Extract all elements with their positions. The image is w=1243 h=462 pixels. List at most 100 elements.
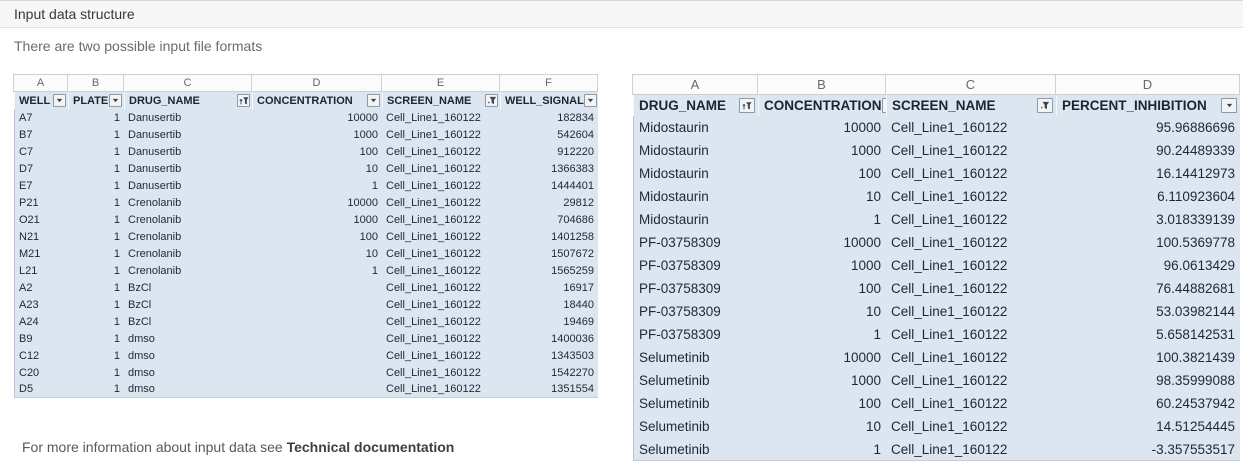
cell[interactable]: BzCl: [124, 296, 252, 313]
cell[interactable]: Cell_Line1_160122: [382, 330, 500, 347]
cell[interactable]: 704686: [500, 211, 598, 228]
cell[interactable]: Cell_Line1_160122: [382, 228, 500, 245]
cell[interactable]: 1: [68, 143, 124, 160]
cell[interactable]: 1343503: [500, 347, 598, 364]
cell[interactable]: 1: [252, 177, 382, 194]
cell[interactable]: 1366383: [500, 160, 598, 177]
cell[interactable]: Cell_Line1_160122: [886, 277, 1056, 300]
dropdown-icon[interactable]: [584, 94, 597, 107]
filter-sort-icon[interactable]: [739, 98, 755, 113]
column-letter[interactable]: B: [757, 74, 886, 95]
dropdown-icon[interactable]: [1221, 98, 1237, 113]
cell[interactable]: 1565259: [500, 262, 598, 279]
column-letter[interactable]: A: [13, 74, 68, 92]
cell[interactable]: Crenolanib: [124, 228, 252, 245]
cell[interactable]: 1: [252, 262, 382, 279]
cell[interactable]: Cell_Line1_160122: [886, 346, 1056, 369]
cell[interactable]: D5: [14, 381, 68, 398]
cell[interactable]: 1: [758, 323, 886, 346]
cell[interactable]: 76.44882681: [1056, 277, 1240, 300]
cell[interactable]: 1351554: [500, 381, 598, 398]
cell[interactable]: 1: [68, 160, 124, 177]
cell[interactable]: Cell_Line1_160122: [886, 139, 1056, 162]
cell[interactable]: Cell_Line1_160122: [382, 347, 500, 364]
cell[interactable]: 16917: [500, 279, 598, 296]
cell[interactable]: 100.5369778: [1056, 231, 1240, 254]
cell[interactable]: Danusertib: [124, 143, 252, 160]
cell[interactable]: [252, 296, 382, 313]
dropdown-icon[interactable]: [367, 94, 380, 107]
cell[interactable]: BzCl: [124, 313, 252, 330]
cell[interactable]: 16.14412973: [1056, 162, 1240, 185]
cell[interactable]: 6.110923604: [1056, 185, 1240, 208]
cell[interactable]: 3.018339139: [1056, 208, 1240, 231]
cell[interactable]: 1: [68, 228, 124, 245]
cell[interactable]: Crenolanib: [124, 245, 252, 262]
cell[interactable]: 542604: [500, 126, 598, 143]
cell[interactable]: 1: [68, 194, 124, 211]
cell[interactable]: Selumetinib: [633, 415, 758, 438]
filter-icon[interactable]: [1037, 98, 1053, 113]
column-letter[interactable]: F: [499, 74, 598, 92]
cell[interactable]: 1: [68, 245, 124, 262]
cell[interactable]: 1000: [758, 254, 886, 277]
cell[interactable]: 1: [758, 208, 886, 231]
cell[interactable]: 100: [252, 228, 382, 245]
cell[interactable]: 1: [68, 296, 124, 313]
cell[interactable]: Cell_Line1_160122: [382, 245, 500, 262]
cell[interactable]: 100.3821439: [1056, 346, 1240, 369]
cell[interactable]: M21: [14, 245, 68, 262]
cell[interactable]: A2: [14, 279, 68, 296]
cell[interactable]: Midostaurin: [633, 185, 758, 208]
cell[interactable]: Cell_Line1_160122: [886, 185, 1056, 208]
cell[interactable]: 10: [758, 415, 886, 438]
cell[interactable]: Cell_Line1_160122: [886, 208, 1056, 231]
cell[interactable]: Cell_Line1_160122: [886, 415, 1056, 438]
cell[interactable]: Cell_Line1_160122: [886, 116, 1056, 139]
cell[interactable]: [252, 313, 382, 330]
cell[interactable]: Danusertib: [124, 177, 252, 194]
cell[interactable]: 100: [758, 162, 886, 185]
cell[interactable]: B7: [14, 126, 68, 143]
cell[interactable]: 95.96886696: [1056, 116, 1240, 139]
cell[interactable]: dmso: [124, 330, 252, 347]
cell[interactable]: Cell_Line1_160122: [382, 126, 500, 143]
cell[interactable]: 1000: [758, 139, 886, 162]
cell[interactable]: Cell_Line1_160122: [382, 279, 500, 296]
cell[interactable]: dmso: [124, 381, 252, 398]
cell[interactable]: PF-03758309: [633, 231, 758, 254]
cell[interactable]: 182834: [500, 109, 598, 126]
cell[interactable]: 100: [252, 143, 382, 160]
cell[interactable]: [252, 381, 382, 398]
dropdown-icon[interactable]: [53, 94, 66, 107]
cell[interactable]: 1: [68, 381, 124, 398]
cell[interactable]: dmso: [124, 347, 252, 364]
cell[interactable]: 1542270: [500, 364, 598, 381]
cell[interactable]: Danusertib: [124, 109, 252, 126]
cell[interactable]: 5.658142531: [1056, 323, 1240, 346]
cell[interactable]: Crenolanib: [124, 262, 252, 279]
cell[interactable]: B9: [14, 330, 68, 347]
cell[interactable]: -3.357553517: [1056, 438, 1240, 461]
cell[interactable]: Danusertib: [124, 160, 252, 177]
cell[interactable]: Cell_Line1_160122: [886, 323, 1056, 346]
cell[interactable]: 18440: [500, 296, 598, 313]
cell[interactable]: 1: [68, 279, 124, 296]
column-letter[interactable]: D: [251, 74, 382, 92]
cell[interactable]: E7: [14, 177, 68, 194]
cell[interactable]: Midostaurin: [633, 162, 758, 185]
cell[interactable]: Danusertib: [124, 126, 252, 143]
cell[interactable]: PF-03758309: [633, 277, 758, 300]
cell[interactable]: 53.03982144: [1056, 300, 1240, 323]
cell[interactable]: 1000: [252, 126, 382, 143]
cell[interactable]: 10000: [252, 109, 382, 126]
cell[interactable]: [252, 279, 382, 296]
cell[interactable]: Cell_Line1_160122: [382, 296, 500, 313]
cell[interactable]: 10: [758, 185, 886, 208]
cell[interactable]: Cell_Line1_160122: [382, 211, 500, 228]
cell[interactable]: 1: [68, 177, 124, 194]
cell[interactable]: 1: [68, 330, 124, 347]
cell[interactable]: [252, 364, 382, 381]
cell[interactable]: 1: [68, 126, 124, 143]
cell[interactable]: Cell_Line1_160122: [382, 194, 500, 211]
